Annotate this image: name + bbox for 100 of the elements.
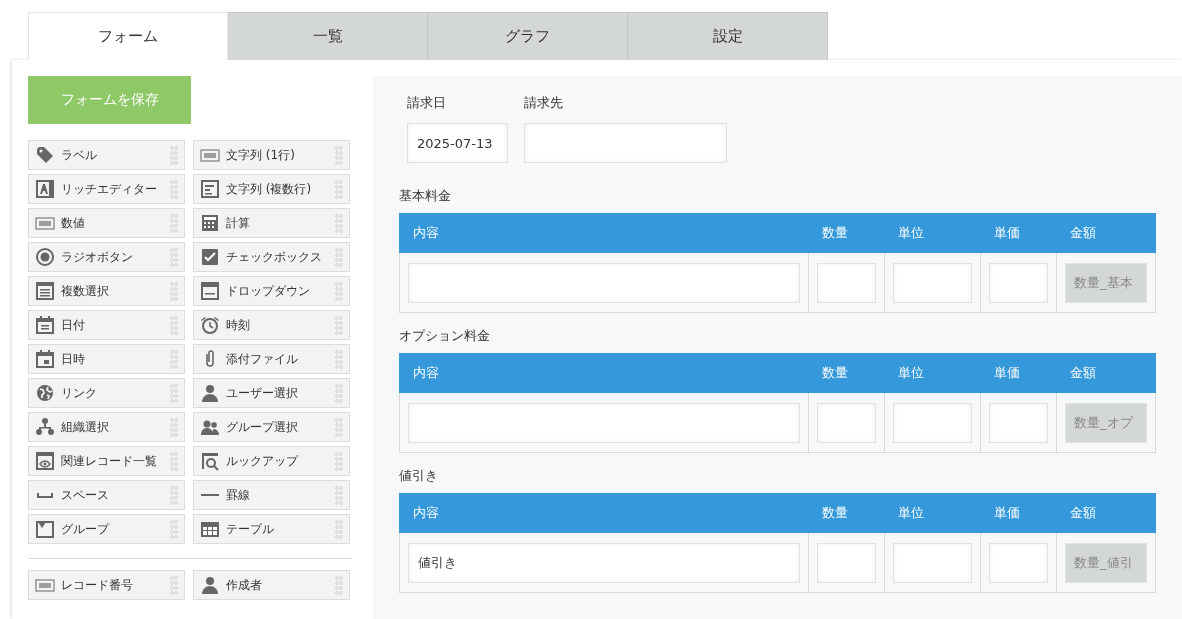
palette-item[interactable]: レコード番号 (28, 570, 185, 600)
line-icon (201, 494, 219, 496)
palette-item[interactable]: ルックアップ (193, 446, 350, 476)
palette-item[interactable]: 組織選択 (28, 412, 185, 442)
input-field[interactable] (817, 402, 876, 443)
globe-icon (35, 383, 55, 403)
column-header: 単価 (980, 353, 1056, 393)
drag-handle-icon (170, 247, 178, 267)
palette-item[interactable]: チェックボックス (193, 242, 350, 272)
palette-item[interactable]: 文字列 (複数行) (193, 174, 350, 204)
palette-item[interactable]: ラジオボタン (28, 242, 185, 272)
tab[interactable]: グラフ (428, 12, 628, 60)
column-header: 金額 (1056, 353, 1156, 393)
palette-item[interactable]: 数値 (28, 208, 185, 238)
column-header: 数量 (808, 213, 884, 253)
column-header: 数量 (808, 493, 884, 533)
column-header: 単位 (884, 493, 980, 533)
input-field[interactable] (893, 402, 972, 443)
palette-item[interactable]: 添付ファイル (193, 344, 350, 374)
drag-handle-icon (335, 417, 343, 437)
space-icon (37, 492, 53, 498)
drag-handle-icon (335, 315, 343, 335)
column-header: 内容 (399, 353, 808, 393)
list-icon (35, 281, 55, 301)
text-lines-icon (200, 179, 220, 199)
person-icon (200, 575, 220, 595)
input-field[interactable]: 値引き (408, 542, 800, 583)
drag-handle-icon (335, 247, 343, 267)
tab[interactable]: フォーム (28, 12, 228, 60)
palette-item[interactable]: 日時 (28, 344, 185, 374)
calendar-icon (35, 315, 55, 335)
input-field[interactable] (817, 262, 876, 303)
palette-item[interactable]: テーブル (193, 514, 350, 544)
tab[interactable]: 設定 (628, 12, 828, 60)
input-field[interactable] (893, 542, 972, 583)
org-chart-icon (35, 417, 55, 437)
palette-item[interactable]: リンク (28, 378, 185, 408)
palette-item[interactable]: グループ (28, 514, 185, 544)
checkbox-icon (200, 247, 220, 267)
input-field[interactable] (989, 262, 1048, 303)
palette-item[interactable]: 文字列 (1行) (193, 140, 350, 170)
drag-handle-icon (170, 519, 178, 539)
field-label: 請求先 (524, 94, 563, 112)
table-title: オプション料金 (399, 327, 490, 345)
drag-handle-icon (170, 485, 178, 505)
palette-item[interactable]: ラベル (28, 140, 185, 170)
column-header: 単価 (980, 493, 1056, 533)
radio-icon (35, 247, 55, 267)
palette-item[interactable]: スペース (28, 480, 185, 510)
calculator-icon (200, 213, 220, 233)
drag-handle-icon (170, 383, 178, 403)
drag-handle-icon (335, 575, 343, 595)
drag-handle-icon (335, 145, 343, 165)
table-title: 値引き (399, 467, 438, 485)
column-header: 数量 (808, 353, 884, 393)
drag-handle-icon (170, 451, 178, 471)
palette-item[interactable]: ドロップダウン (193, 276, 350, 306)
magnifier-icon (200, 451, 220, 471)
drag-handle-icon (170, 575, 178, 595)
drag-handle-icon (335, 485, 343, 505)
input-field[interactable] (408, 262, 800, 303)
palette-item[interactable]: リッチエディター (28, 174, 185, 204)
column-header: 金額 (1056, 213, 1156, 253)
palette-item[interactable]: 計算 (193, 208, 350, 238)
palette-item[interactable]: 日付 (28, 310, 185, 340)
palette-item[interactable]: 作成者 (193, 570, 350, 600)
column-header: 単価 (980, 213, 1056, 253)
letter-a-icon (35, 179, 55, 199)
alarm-clock-icon (200, 315, 220, 335)
drag-handle-icon (335, 349, 343, 369)
input-field[interactable] (989, 402, 1048, 443)
column-header: 内容 (399, 493, 808, 533)
drag-handle-icon (335, 383, 343, 403)
drag-handle-icon (170, 213, 178, 233)
input-field[interactable] (524, 123, 727, 163)
column-header: 内容 (399, 213, 808, 253)
tab[interactable]: 一覧 (228, 12, 428, 60)
column-header: 金額 (1056, 493, 1156, 533)
input-field[interactable] (408, 402, 800, 443)
palette-item[interactable]: 罫線 (193, 480, 350, 510)
drag-handle-icon (335, 213, 343, 233)
input-field[interactable] (893, 262, 972, 303)
palette-item[interactable]: 時刻 (193, 310, 350, 340)
drag-handle-icon (335, 179, 343, 199)
dropdown-list-icon (200, 281, 220, 301)
input-field[interactable] (989, 542, 1048, 583)
input-field[interactable]: 2025-07-13 (407, 123, 508, 163)
field-label: 請求日 (407, 94, 446, 112)
input-field[interactable] (817, 542, 876, 583)
list-eye-icon (35, 451, 55, 471)
drag-handle-icon (170, 315, 178, 335)
person-icon (200, 383, 220, 403)
group-frame-icon (35, 519, 55, 539)
drag-handle-icon (170, 417, 178, 437)
palette-item[interactable]: 複数選択 (28, 276, 185, 306)
palette-item[interactable]: ユーザー選択 (193, 378, 350, 408)
drag-handle-icon (170, 179, 178, 199)
table-icon (200, 519, 220, 539)
palette-item[interactable]: グループ選択 (193, 412, 350, 442)
palette-item[interactable]: 関連レコード一覧 (28, 446, 185, 476)
